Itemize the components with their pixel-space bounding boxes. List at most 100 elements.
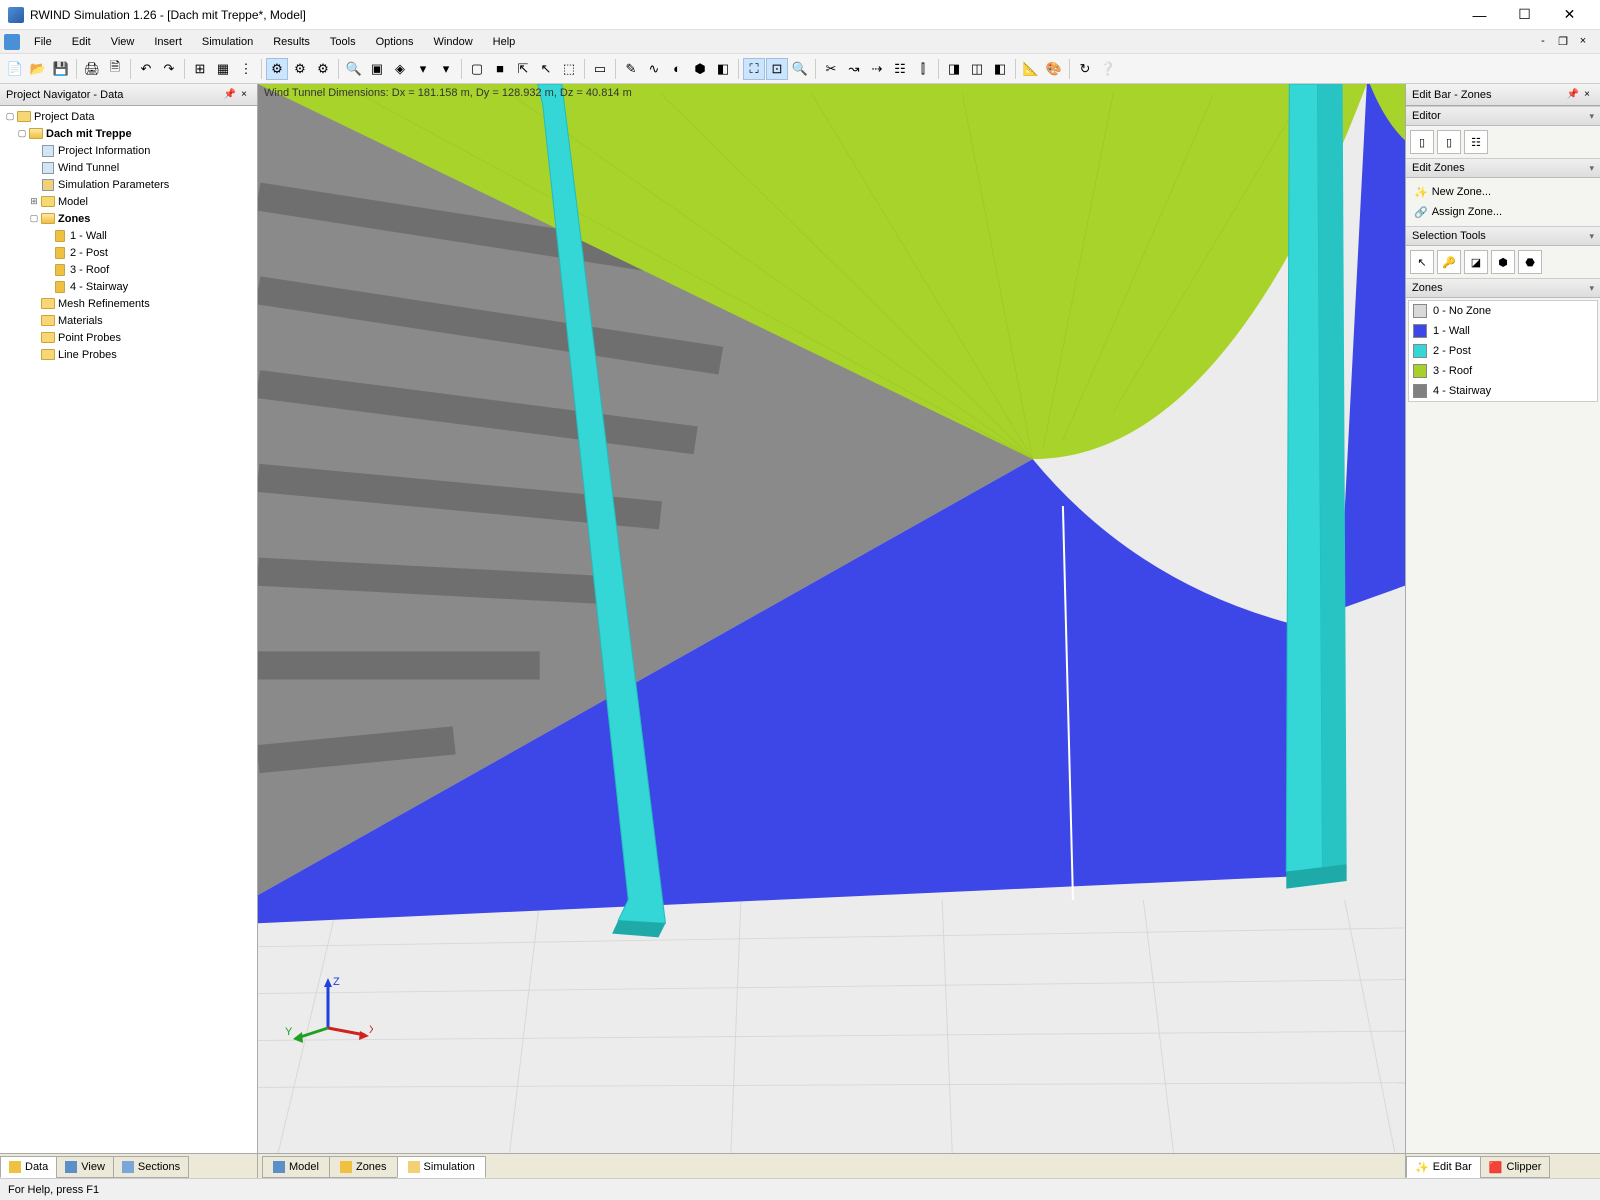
cube-icon[interactable]: ▣ (366, 58, 388, 80)
draw2-icon[interactable]: ∿ (643, 58, 665, 80)
menu-window[interactable]: Window (424, 33, 483, 51)
save-file-icon[interactable]: 💾 (50, 58, 72, 80)
editor-btn-2[interactable]: ▯ (1437, 130, 1461, 154)
mdi-close-button[interactable]: × (1574, 35, 1592, 48)
3d-viewport[interactable]: Wind Tunnel Dimensions: Dx = 181.158 m, … (258, 84, 1405, 1153)
new-zone-action[interactable]: ✨New Zone... (1410, 182, 1596, 202)
editor-btn-3[interactable]: ☷ (1464, 130, 1488, 154)
maximize-button[interactable]: ☐ (1502, 1, 1547, 29)
flow3-icon[interactable]: ☷ (889, 58, 911, 80)
flag2-icon[interactable]: ▾ (435, 58, 457, 80)
new-file-icon[interactable]: 📄 (4, 58, 26, 80)
select-body-btn[interactable]: ⬢ (1491, 250, 1515, 274)
gear3-icon[interactable]: ⚙ (312, 58, 334, 80)
results1-icon[interactable]: ◨ (943, 58, 965, 80)
results3-icon[interactable]: ◧ (989, 58, 1011, 80)
mdi-restore-button[interactable]: ❐ (1554, 35, 1572, 48)
flag-icon[interactable]: ▾ (412, 58, 434, 80)
draw5-icon[interactable]: ◧ (712, 58, 734, 80)
open-file-icon[interactable]: 📂 (27, 58, 49, 80)
outline-icon[interactable]: ▢ (466, 58, 488, 80)
menu-file[interactable]: File (24, 33, 62, 51)
close-panel-icon[interactable]: × (237, 89, 251, 100)
mdi-minimize-button[interactable]: - (1534, 35, 1552, 48)
zoom-window-icon[interactable]: ⊡ (766, 58, 788, 80)
zone-row-4[interactable]: 4 - Stairway (1409, 381, 1597, 401)
minimize-button[interactable]: — (1457, 1, 1502, 29)
grid2-icon[interactable]: ▦ (212, 58, 234, 80)
grid-icon[interactable]: ⊞ (189, 58, 211, 80)
assign-zone-action[interactable]: 🔗Assign Zone... (1410, 202, 1596, 222)
tree-wind[interactable]: Wind Tunnel (0, 159, 257, 176)
section-seltools[interactable]: Selection Tools▾ (1406, 226, 1600, 246)
gear2-icon[interactable]: ⚙ (289, 58, 311, 80)
results2-icon[interactable]: ◫ (966, 58, 988, 80)
menu-edit[interactable]: Edit (62, 33, 101, 51)
zone-row-2[interactable]: 2 - Post (1409, 341, 1597, 361)
flow1-icon[interactable]: ↝ (843, 58, 865, 80)
tree-zone-2[interactable]: 2 - Post (0, 244, 257, 261)
help-icon[interactable]: ❔ (1097, 58, 1119, 80)
flow2-icon[interactable]: ⇢ (866, 58, 888, 80)
pin-icon[interactable]: 📌 (223, 89, 237, 100)
section-zones[interactable]: Zones▾ (1406, 278, 1600, 298)
zoom-in-icon[interactable]: 🔍 (789, 58, 811, 80)
select-icon[interactable]: ▭ (589, 58, 611, 80)
measure-icon[interactable]: 📐 (1020, 58, 1042, 80)
print-icon[interactable]: 🖨 (81, 58, 103, 80)
zoom-fit-icon[interactable]: ⛶ (743, 58, 765, 80)
tree-info[interactable]: Project Information (0, 142, 257, 159)
draw1-icon[interactable]: ✎ (620, 58, 642, 80)
tree-zone-1[interactable]: 1 - Wall (0, 227, 257, 244)
solid-icon[interactable]: ■ (489, 58, 511, 80)
draw4-icon[interactable]: ⬢ (689, 58, 711, 80)
search-icon[interactable]: 🔍 (343, 58, 365, 80)
close-editbar-icon[interactable]: × (1580, 89, 1594, 100)
redo-icon[interactable]: ↷ (158, 58, 180, 80)
tree-root[interactable]: ▢Project Data (0, 108, 257, 125)
flow4-icon[interactable]: ⫿ (912, 58, 934, 80)
tree-zone-3[interactable]: 3 - Roof (0, 261, 257, 278)
tree-sim[interactable]: Simulation Parameters (0, 176, 257, 193)
print-preview-icon[interactable]: 🗎 (104, 58, 126, 80)
tab-clipper[interactable]: 🟥Clipper (1480, 1156, 1551, 1178)
menu-help[interactable]: Help (483, 33, 526, 51)
zone-row-1[interactable]: 1 - Wall (1409, 321, 1597, 341)
zone-row-3[interactable]: 3 - Roof (1409, 361, 1597, 381)
color-icon[interactable]: 🎨 (1043, 58, 1065, 80)
tab-data[interactable]: Data (0, 1156, 57, 1178)
undo-icon[interactable]: ↶ (135, 58, 157, 80)
tree-point[interactable]: Point Probes (0, 329, 257, 346)
menu-results[interactable]: Results (263, 33, 320, 51)
menu-insert[interactable]: Insert (144, 33, 192, 51)
select-key-btn[interactable]: 🔑 (1437, 250, 1461, 274)
editor-btn-1[interactable]: ▯ (1410, 130, 1434, 154)
tab-view[interactable]: View (56, 1156, 114, 1178)
tree-project[interactable]: ▢Dach mit Treppe (0, 125, 257, 142)
select-arrow-btn[interactable]: ↖ (1410, 250, 1434, 274)
dots-icon[interactable]: ⋮ (235, 58, 257, 80)
tab-model[interactable]: Model (262, 1156, 330, 1178)
select-group-btn[interactable]: ⬣ (1518, 250, 1542, 274)
tab-editbar[interactable]: ✨Edit Bar (1406, 1156, 1481, 1178)
chart-icon[interactable]: ⬚ (558, 58, 580, 80)
select-face-btn[interactable]: ◪ (1464, 250, 1488, 274)
draw3-icon[interactable]: ◐ (666, 58, 688, 80)
axis-gizmo[interactable]: Z X Y (283, 973, 373, 1063)
pin-icon[interactable]: 📌 (1566, 89, 1580, 100)
clip-icon[interactable]: ✂ (820, 58, 842, 80)
close-button[interactable]: ✕ (1547, 1, 1592, 29)
menu-view[interactable]: View (101, 33, 145, 51)
export-icon[interactable]: ⇱ (512, 58, 534, 80)
refresh-icon[interactable]: ↻ (1074, 58, 1096, 80)
zone-row-0[interactable]: 0 - No Zone (1409, 301, 1597, 321)
gear-icon[interactable]: ⚙ (266, 58, 288, 80)
section-editzones[interactable]: Edit Zones▾ (1406, 158, 1600, 178)
iso-icon[interactable]: ◈ (389, 58, 411, 80)
section-editor[interactable]: Editor▾ (1406, 106, 1600, 126)
tab-simulation[interactable]: Simulation (397, 1156, 486, 1178)
tree-zones[interactable]: ▢Zones (0, 210, 257, 227)
tree-materials[interactable]: Materials (0, 312, 257, 329)
tree-mesh[interactable]: Mesh Refinements (0, 295, 257, 312)
menu-simulation[interactable]: Simulation (192, 33, 263, 51)
